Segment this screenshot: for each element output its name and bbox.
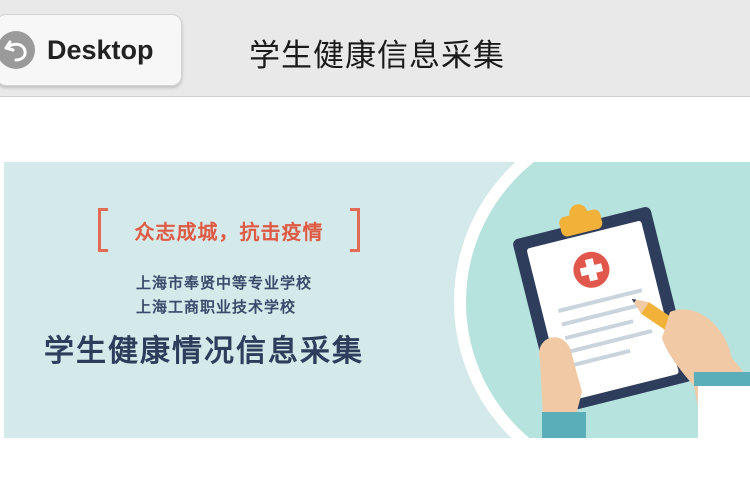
school-name-1: 上海市奉贤中等专业学校 [136,274,313,292]
slogan-frame: 众志成城，抗击疫情 [98,208,360,252]
clipboard-medical-icon [454,162,750,438]
banner-image: 众志成城，抗击疫情 上海市奉贤中等专业学校 上海工商职业技术学校 学生健康情况信… [4,162,750,438]
page-title: 学生健康信息采集 [249,38,505,74]
school-name-2: 上海工商职业技术学校 [136,298,297,316]
slogan-bracket-right [350,208,360,252]
top-bar: Desktop 学生健康信息采集 [0,0,750,97]
banner-headline: 学生健康情况信息采集 [44,334,364,369]
slogan-text: 众志成城，抗击疫情 [134,220,324,244]
